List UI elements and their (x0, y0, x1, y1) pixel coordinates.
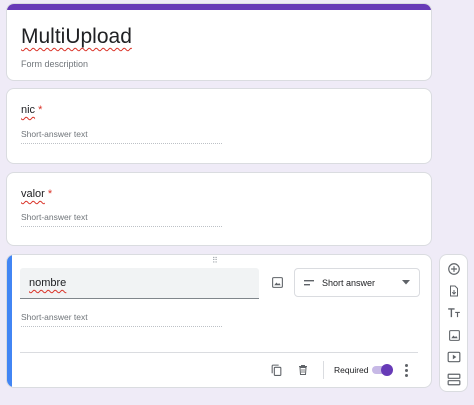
question-title-text: valor (21, 188, 45, 200)
import-icon (450, 285, 458, 297)
card-footer-divider (20, 352, 418, 353)
short-text-icon (304, 279, 314, 285)
form-header-card[interactable]: MultiUpload Form description (6, 3, 432, 81)
import-questions-button[interactable] (446, 283, 462, 299)
add-video-button[interactable] (446, 349, 462, 365)
add-title-button[interactable] (446, 305, 462, 321)
more-options-button[interactable] (400, 361, 412, 379)
short-answer-placeholder: Short-answer text (21, 312, 222, 327)
image-icon (271, 276, 283, 288)
form-title[interactable]: MultiUpload (21, 25, 132, 49)
duplicate-button[interactable] (267, 360, 285, 380)
required-label: Required (334, 365, 369, 375)
add-question-button[interactable] (446, 261, 462, 277)
title-text-icon (448, 308, 460, 318)
short-answer-placeholder: Short-answer text (21, 129, 222, 144)
question-title-input[interactable]: nombre (20, 268, 259, 299)
add-image-button[interactable] (267, 272, 287, 292)
question-title: nic * (21, 104, 42, 116)
required-toggle[interactable] (371, 364, 393, 376)
add-image-toolbar-button[interactable] (446, 327, 462, 343)
required-asterisk: * (38, 104, 43, 116)
question-card-nombre-active[interactable]: ⠿ nombre Short answer Short-answer text (6, 254, 432, 388)
image-icon (448, 329, 460, 341)
question-title-text[interactable]: nombre (29, 277, 66, 289)
video-icon (447, 351, 461, 363)
delete-button[interactable] (294, 360, 312, 380)
copy-icon (271, 364, 281, 376)
caret-down-icon (402, 280, 410, 285)
section-icon (447, 373, 461, 385)
drag-handle-icon[interactable]: ⠿ (212, 257, 219, 265)
short-answer-placeholder: Short-answer text (21, 212, 222, 227)
question-type-select[interactable]: Short answer (294, 268, 420, 297)
add-circle-icon (448, 263, 460, 275)
more-vert-icon (404, 363, 408, 367)
trash-icon (299, 365, 307, 375)
accent-bar (7, 4, 431, 10)
question-card-valor[interactable]: valor * Short-answer text (6, 172, 432, 246)
more-vert-icon (404, 373, 408, 377)
add-section-button[interactable] (446, 371, 462, 387)
question-title-text: nic (21, 104, 36, 116)
question-card-nic[interactable]: nic * Short-answer text (6, 88, 432, 164)
footer-vertical-divider (323, 361, 324, 379)
question-title: valor * (21, 188, 52, 200)
active-indicator-bar (7, 255, 12, 387)
question-type-label: Short answer (322, 277, 376, 288)
form-description-field[interactable]: Form description (21, 59, 88, 69)
toggle-thumb (381, 364, 393, 376)
floating-toolbar (439, 254, 468, 392)
more-vert-icon (404, 368, 408, 372)
required-asterisk: * (47, 188, 53, 200)
